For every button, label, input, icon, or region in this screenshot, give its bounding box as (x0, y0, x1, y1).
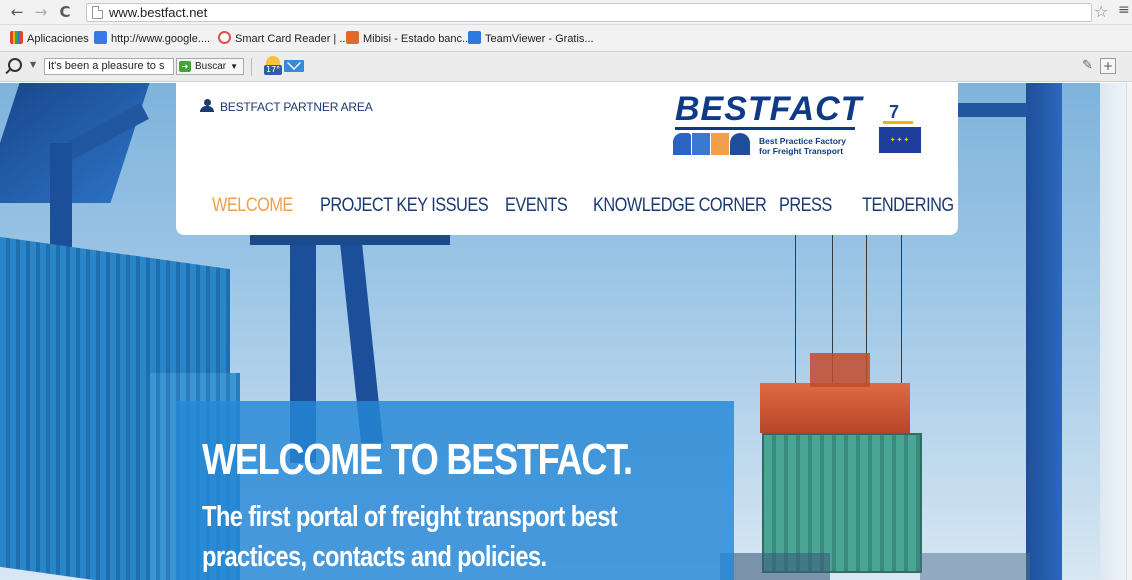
nav-welcome[interactable]: WELCOME (212, 193, 293, 219)
nav-tendering[interactable]: TENDERING (862, 193, 954, 219)
site-header: BESTFACT PARTNER AREA BESTFACT Best Prac… (176, 83, 958, 235)
smart-card-icon (218, 31, 231, 44)
partner-area-link[interactable]: BESTFACT PARTNER AREA (200, 99, 373, 115)
mail-icon[interactable] (284, 60, 304, 72)
browser-address-bar: ← → C www.bestfact.net ☆ ≡ (0, 0, 1132, 25)
url-input[interactable]: www.bestfact.net (86, 3, 1092, 22)
weather-icon[interactable]: 17° (262, 56, 283, 76)
bookmark-star-icon[interactable]: ☆ (1094, 2, 1108, 21)
logo-rule (675, 127, 855, 130)
logo-subtitle: Best Practice Factory for Freight Transp… (759, 136, 846, 156)
nav-press[interactable]: PRESS (779, 193, 832, 219)
eu-fp7-logo: 7 ✦✦✦ (879, 103, 921, 153)
bookmark-label: Aplicaciones (27, 33, 89, 45)
main-navigation: WELCOME PROJECT KEY ISSUES EVENTS KNOWLE… (176, 193, 958, 219)
nav-events[interactable]: EVENTS (505, 193, 568, 219)
hero-title: WELCOME TO BESTFACT. (202, 435, 633, 484)
search-toolbar: ▼ It's been a pleasure to s ➜ Buscar ▼ 1… (0, 52, 1132, 82)
nav-project-key-issues[interactable]: PROJECT KEY ISSUES (320, 193, 489, 219)
user-icon (200, 99, 214, 112)
hero-subtitle: The first portal of freight transport be… (202, 501, 618, 573)
temperature-badge: 17° (264, 65, 283, 75)
chevron-down-icon[interactable]: ▼ (30, 60, 36, 69)
add-button[interactable]: + (1100, 58, 1116, 74)
fp7-digit: 7 (889, 102, 900, 122)
bookmark-label: Smart Card Reader | ... (235, 33, 349, 45)
partner-area-label: BESTFACT PARTNER AREA (220, 100, 373, 114)
forward-arrow-icon[interactable]: → (32, 3, 50, 21)
google-icon (94, 31, 107, 44)
teamviewer-icon (468, 31, 481, 44)
back-arrow-icon[interactable]: ← (8, 3, 26, 21)
apps-grid-icon (10, 31, 23, 44)
toolbar-divider (251, 58, 252, 76)
search-icon[interactable] (8, 58, 22, 72)
reload-icon[interactable]: C (56, 3, 74, 21)
go-arrow-icon: ➜ (179, 61, 191, 72)
bestfact-logo[interactable]: BESTFACT Best Practice Factory for Freig… (673, 91, 861, 157)
bookmark-google[interactable]: http://www.google.... (94, 31, 210, 47)
logo-subtitle-line1: Best Practice Factory (759, 136, 846, 146)
truck-logo-icon (673, 133, 751, 155)
buscar-label: Buscar (195, 61, 227, 72)
bookmark-mibisi[interactable]: Mibisi - Estado banc... (346, 31, 471, 47)
eu-flag-icon: ✦✦✦ (879, 127, 921, 153)
fp7-bar (883, 121, 913, 124)
bookmarks-bar: Aplicaciones http://www.google.... Smart… (0, 25, 1132, 52)
bookmark-label: Mibisi - Estado banc... (363, 33, 472, 45)
buscar-button[interactable]: ➜ Buscar ▼ (176, 58, 244, 75)
bookmark-label: TeamViewer - Gratis... (485, 33, 594, 45)
hero-banner: WELCOME TO BESTFACT. The first portal of… (176, 401, 734, 580)
bookmark-smart-card[interactable]: Smart Card Reader | ... (218, 31, 349, 47)
bookmark-apps[interactable]: Aplicaciones (10, 31, 89, 47)
bookmark-label: http://www.google.... (111, 33, 211, 45)
bookmark-teamviewer[interactable]: TeamViewer - Gratis... (468, 31, 594, 47)
logo-wordmark: BESTFACT (675, 90, 863, 128)
scrollbar[interactable] (1126, 83, 1132, 580)
chevron-down-icon: ▼ (230, 62, 238, 71)
chrome-menu-icon[interactable]: ≡ (1118, 2, 1130, 18)
logo-subtitle-line2: for Freight Transport (759, 146, 844, 156)
page-viewport: BESTFACT PARTNER AREA BESTFACT Best Prac… (0, 83, 1132, 580)
page-icon (92, 6, 103, 19)
url-text: www.bestfact.net (109, 5, 208, 20)
mibisi-icon (346, 31, 359, 44)
toolbar-search-input[interactable]: It's been a pleasure to s (44, 58, 174, 75)
wrench-icon[interactable]: ✎ (1082, 58, 1093, 73)
nav-knowledge-corner[interactable]: KNOWLEDGE CORNER (593, 193, 767, 219)
